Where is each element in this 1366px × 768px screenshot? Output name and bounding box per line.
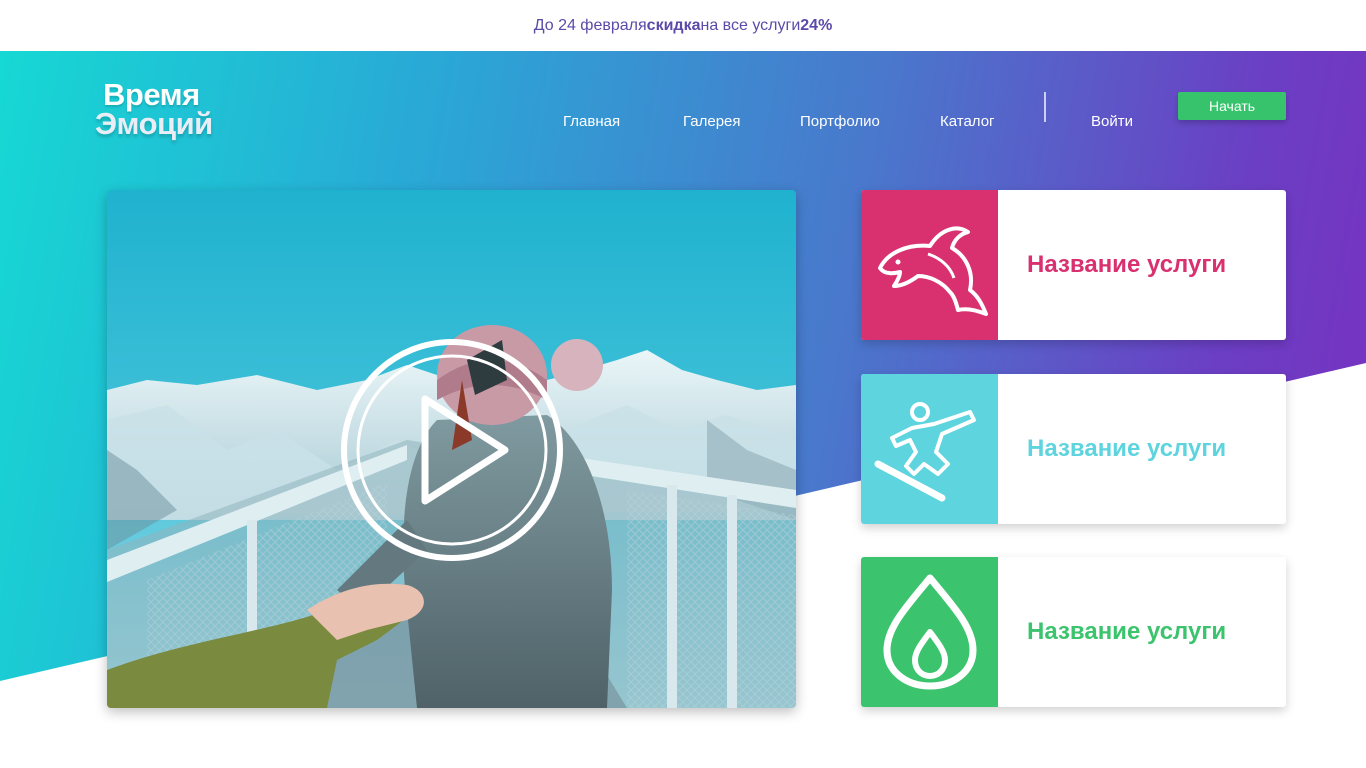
flame-icon [883, 574, 976, 690]
service-title: Название услуги [1027, 618, 1227, 645]
service-card-1[interactable]: Название услуги [861, 190, 1286, 340]
logo-line-1: Время [103, 77, 200, 112]
main-nav: Главная Галерея Портфолио Каталог Войти [0, 92, 1366, 137]
start-button[interactable]: Начать [1178, 92, 1286, 120]
promo-text: До 24 февраля [533, 16, 647, 34]
service-title: Название услуги [1027, 251, 1227, 278]
nav-divider [1044, 92, 1046, 122]
service-icon-container [861, 190, 998, 340]
nav-link-home[interactable]: Главная [563, 107, 620, 137]
service-card-2[interactable]: Название услуги [861, 374, 1286, 524]
promo-discount: 24% [800, 16, 833, 34]
promo-banner: До 24 февраля скидка на все услуги 24% [0, 0, 1366, 51]
play-icon[interactable] [341, 339, 563, 561]
snowboarder-icon [874, 402, 976, 502]
service-icon-container [861, 557, 998, 707]
login-link[interactable]: Войти [1091, 107, 1133, 137]
promo-text-middle: на все услуги [700, 16, 801, 34]
dolphin-icon [877, 226, 988, 316]
promo-highlight: скидка [646, 16, 701, 34]
service-icon-container [861, 374, 998, 524]
service-title: Название услуги [1027, 435, 1227, 462]
nav-link-catalog[interactable]: Каталог [940, 107, 995, 137]
hero-section: Время Эмоций Главная Галерея Портфолио К… [0, 51, 1366, 768]
nav-link-portfolio[interactable]: Портфолио [800, 107, 880, 137]
nav-link-gallery[interactable]: Галерея [683, 107, 741, 137]
service-card-3[interactable]: Название услуги [861, 557, 1286, 707]
